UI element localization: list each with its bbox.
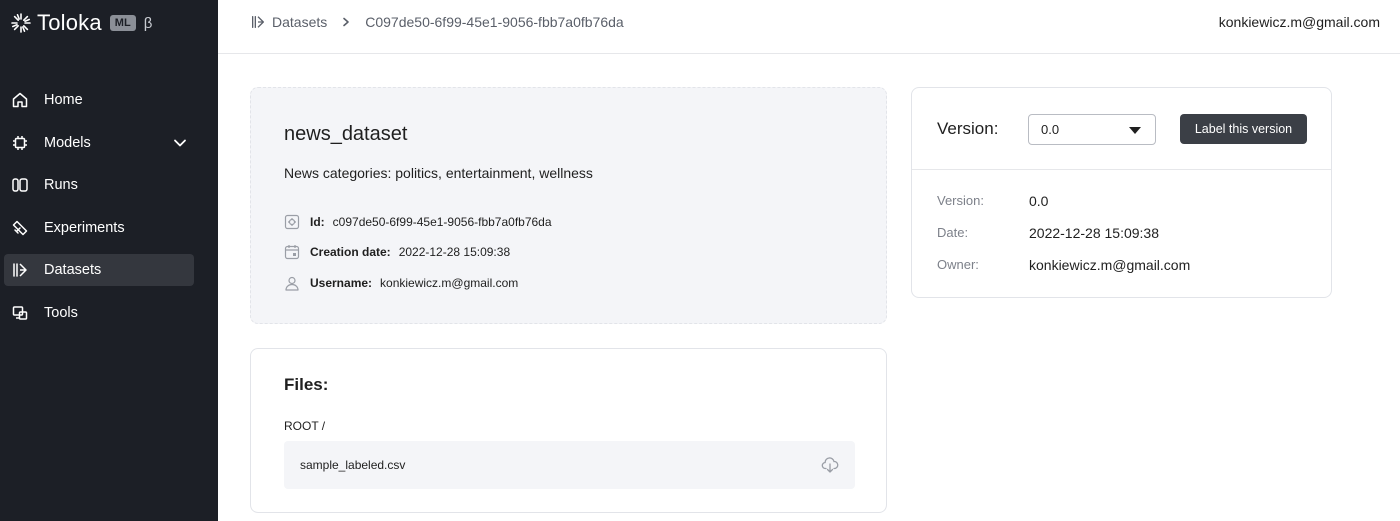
beta-mark: β xyxy=(143,14,153,32)
breadcrumb-datasets-link[interactable]: Datasets xyxy=(272,14,327,30)
chevron-down-icon[interactable] xyxy=(172,135,188,151)
version-detail-value: 2022-12-28 15:09:38 xyxy=(1029,225,1159,241)
sidebar-item-models[interactable]: Models xyxy=(4,127,194,159)
version-label: Version: xyxy=(937,119,999,138)
version-detail-value: konkiewicz.m@gmail.com xyxy=(1029,257,1191,273)
datasets-icon xyxy=(10,260,30,280)
chip-icon xyxy=(10,133,30,153)
creation-date-value: 2022-12-28 15:09:38 xyxy=(398,245,511,259)
sidebar-item-label: Runs xyxy=(44,177,78,193)
app-logo[interactable]: Toloka ML β xyxy=(10,10,152,36)
tools-icon xyxy=(10,303,30,323)
sidebar-nav: Home Models Runs Experiments Datasets To… xyxy=(0,84,218,339)
sidebar-item-label: Tools xyxy=(44,304,78,321)
cloud-download-icon[interactable] xyxy=(821,456,839,474)
runs-icon xyxy=(10,175,30,195)
sidebar: Toloka ML β Home Models Runs Experiments… xyxy=(0,0,218,521)
calendar-icon xyxy=(284,245,300,260)
label-version-button[interactable]: Label this version xyxy=(1180,114,1307,144)
toloka-logo-icon xyxy=(11,13,31,33)
sidebar-item-datasets[interactable]: Datasets xyxy=(4,254,194,286)
sidebar-item-tools[interactable]: Tools xyxy=(4,297,194,329)
file-name[interactable]: sample_labeled.csv xyxy=(300,458,405,472)
version-detail-key: Owner: xyxy=(937,257,979,272)
dataset-id-row: Id: c097de50-6f99-45e1-9056-fbb7a0fb76da xyxy=(284,214,552,230)
dataset-id-value: c097de50-6f99-45e1-9056-fbb7a0fb76da xyxy=(332,215,552,229)
version-select[interactable]: 0.0 xyxy=(1028,114,1156,145)
dataset-title: news_dataset xyxy=(284,123,408,145)
version-detail-key: Date: xyxy=(937,225,969,240)
version-detail-value: 0.0 xyxy=(1029,193,1049,209)
sidebar-item-label: Experiments xyxy=(44,219,125,236)
dataset-username-row: Username: konkiewicz.m@gmail.com xyxy=(284,275,518,291)
version-select-value: 0.0 xyxy=(1041,122,1060,137)
sidebar-item-runs[interactable]: Runs xyxy=(4,169,194,201)
creation-date-label: Creation date: xyxy=(310,245,391,259)
top-bar: Datasets C097de50-6f99-45e1-9056-fbb7a0f… xyxy=(218,0,1400,54)
version-header: Version: 0.0 Label this version xyxy=(912,88,1331,170)
chevron-right-icon xyxy=(343,17,350,27)
username-value: konkiewicz.m@gmail.com xyxy=(380,276,519,290)
username-label: Username: xyxy=(310,276,373,290)
files-root-path: ROOT / xyxy=(284,419,326,433)
files-card: Files: ROOT / sample_labeled.csv xyxy=(250,348,887,513)
sidebar-item-experiments[interactable]: Experiments xyxy=(4,212,194,244)
dataset-id-label: Id: xyxy=(310,215,325,229)
dataset-description: News categories: politics, entertainment… xyxy=(284,165,593,181)
gear-icon xyxy=(284,214,300,230)
caret-down-icon xyxy=(1129,127,1141,134)
sidebar-item-home[interactable]: Home xyxy=(4,84,194,116)
user-email[interactable]: konkiewicz.m@gmail.com xyxy=(1219,14,1380,30)
breadcrumb-current: C097de50-6f99-45e1-9056-fbb7a0fb76da xyxy=(365,14,624,30)
experiments-icon xyxy=(10,218,30,238)
sidebar-item-label: Home xyxy=(44,92,83,108)
version-detail-row: Version: 0.0 xyxy=(937,193,1048,209)
user-icon xyxy=(285,276,299,291)
datasets-icon xyxy=(252,16,264,28)
dataset-info-card: news_dataset News categories: politics, … xyxy=(250,87,887,324)
home-icon xyxy=(10,90,30,110)
version-detail-key: Version: xyxy=(937,193,984,208)
files-title: Files: xyxy=(284,375,329,394)
dataset-creation-row: Creation date: 2022-12-28 15:09:38 xyxy=(284,244,510,260)
sidebar-item-label: Models xyxy=(44,134,91,151)
file-row[interactable]: sample_labeled.csv xyxy=(284,441,855,489)
app-name: Toloka xyxy=(37,10,102,35)
version-card: Version: 0.0 Label this version Version:… xyxy=(911,87,1332,298)
sidebar-item-label: Datasets xyxy=(44,262,102,278)
breadcrumb: Datasets C097de50-6f99-45e1-9056-fbb7a0f… xyxy=(250,14,624,30)
ml-badge: ML xyxy=(109,15,136,31)
version-detail-row: Date: 2022-12-28 15:09:38 xyxy=(937,225,1159,241)
version-detail-row: Owner: konkiewicz.m@gmail.com xyxy=(937,257,1190,273)
